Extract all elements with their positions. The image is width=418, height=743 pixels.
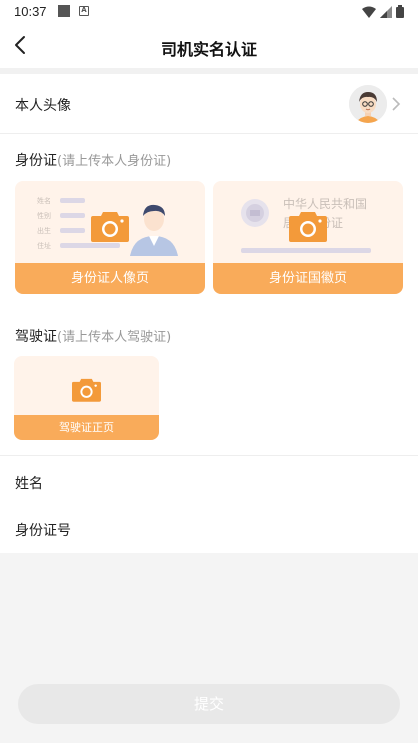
driver-license-front-label: 驾驶证正页 [14,415,159,440]
wifi-icon [362,6,376,18]
camera-icon [72,378,101,402]
id-section-title-text: 身份证 [15,153,57,169]
dl-section-hint: (请上传本人驾驶证) [57,330,172,345]
person-silhouette-icon [130,204,178,256]
ghost-field-label: 出生 [37,227,51,235]
name-input[interactable] [110,466,400,494]
status-icons [362,5,404,18]
camera-icon [289,212,327,242]
id-card-front-label: 身份证人像页 [15,263,205,294]
ghost-bar [60,198,85,203]
status-time: 10:37 [14,4,47,19]
notification-icon [58,5,70,17]
submit-button[interactable]: 提交 [18,684,400,724]
driver-license-front-upload[interactable]: 驾驶证正页 [14,356,159,440]
ghost-bar [60,228,85,233]
avatar[interactable] [349,85,387,123]
signal-icon [380,5,392,18]
id-card-back-upload[interactable]: 中华人民共和国 居民身份证 身份证国徽页 [213,181,403,294]
dl-section-title: 驾驶证(请上传本人驾驶证) [15,326,171,346]
id-number-row: 身份证号 [0,503,418,553]
name-row: 姓名 [0,455,418,503]
national-emblem-icon [241,199,269,227]
status-bar: 10:37 A [0,0,418,24]
navigation-bar: 司机实名认证 [0,24,418,68]
ghost-bar [60,213,85,218]
ghost-field-label: 住址 [37,242,51,250]
battery-icon [396,5,404,18]
app-notification-icon: A [79,6,89,16]
id-section-title: 身份证(请上传本人身份证) [15,150,171,170]
id-number-input[interactable] [110,513,400,541]
avatar-icon [349,85,387,123]
ghost-field-label: 性别 [37,212,51,220]
ghost-bar [241,248,371,253]
ghost-bar [60,243,120,248]
camera-icon [91,212,129,242]
avatar-row-label: 本人头像 [15,98,71,114]
avatar-row[interactable]: 本人头像 [0,74,418,134]
id-section-hint: (请上传本人身份证) [57,154,172,169]
id-card-back-label: 身份证国徽页 [213,263,403,294]
dl-section-title-text: 驾驶证 [15,329,57,345]
name-label: 姓名 [15,476,43,492]
id-card-front-upload[interactable]: 姓名 性别 出生 住址 身份证人像页 [15,181,205,294]
chevron-right-icon [392,97,401,111]
id-number-label: 身份证号 [15,523,71,539]
ghost-field-label: 姓名 [37,197,51,205]
driver-license-section: 驾驶证(请上传本人驾驶证) 驾驶证正页 [0,310,418,455]
page-title: 司机实名认证 [160,40,257,59]
id-card-section: 身份证(请上传本人身份证) 姓名 性别 出生 住址 身份证人像页 中华人民共和国… [0,134,418,310]
